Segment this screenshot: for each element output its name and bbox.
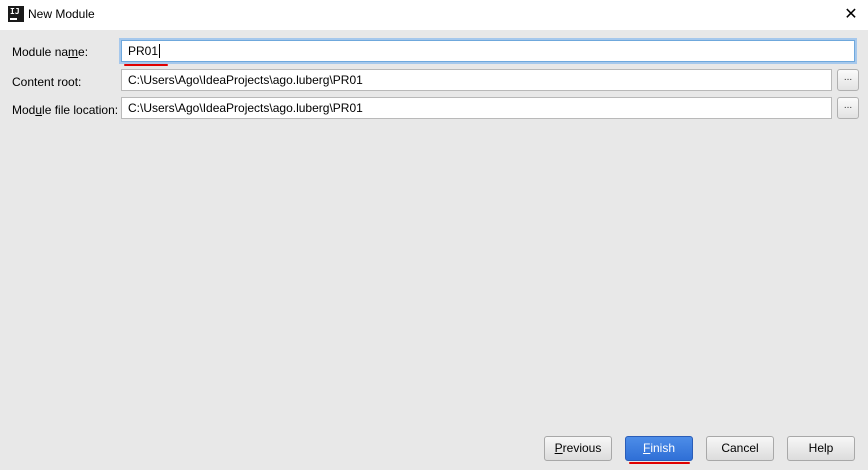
- module-name-label: Module name:: [12, 45, 88, 59]
- module-file-location-label-post: le file location:: [42, 103, 119, 117]
- finish-label: inish: [650, 441, 676, 455]
- module-file-location-label-pre: Mod: [12, 103, 36, 117]
- module-name-value: PR01: [128, 44, 159, 58]
- help-button[interactable]: Help: [787, 436, 855, 461]
- finish-button[interactable]: Finish: [625, 436, 693, 461]
- module-name-label-post: e:: [78, 45, 89, 59]
- text-caret: [159, 44, 161, 58]
- module-file-location-input[interactable]: C:\Users\Ago\IdeaProjects\ago.luberg\PR0…: [121, 97, 832, 119]
- close-icon[interactable]: ✕: [842, 5, 860, 23]
- module-name-annotation-underline: [124, 64, 168, 66]
- previous-mnemonic: P: [554, 441, 563, 455]
- module-file-location-browse-button[interactable]: ...: [837, 97, 859, 119]
- finish-annotation-underline: [629, 462, 690, 464]
- module-name-input[interactable]: PR01: [121, 40, 855, 62]
- intellij-app-icon: IJ: [8, 6, 24, 22]
- previous-label: revious: [562, 441, 602, 455]
- app-icon-text: IJ: [10, 7, 20, 16]
- previous-button[interactable]: Previous: [544, 436, 612, 461]
- module-file-location-value: C:\Users\Ago\IdeaProjects\ago.luberg\PR0…: [128, 101, 363, 115]
- content-root-browse-button[interactable]: ...: [837, 69, 859, 91]
- cancel-button[interactable]: Cancel: [706, 436, 774, 461]
- title-bar: IJ New Module ✕: [0, 0, 868, 30]
- content-root-input[interactable]: C:\Users\Ago\IdeaProjects\ago.luberg\PR0…: [121, 69, 832, 91]
- module-file-location-label: Module file location:: [12, 103, 118, 117]
- module-name-label-pre: Module na: [12, 45, 69, 59]
- app-icon-bar: [10, 18, 17, 20]
- content-root-value: C:\Users\Ago\IdeaProjects\ago.luberg\PR0…: [128, 73, 363, 87]
- module-name-label-mnemonic: m: [68, 45, 79, 59]
- content-root-label: Content root:: [12, 75, 82, 89]
- window-title: New Module: [28, 7, 95, 21]
